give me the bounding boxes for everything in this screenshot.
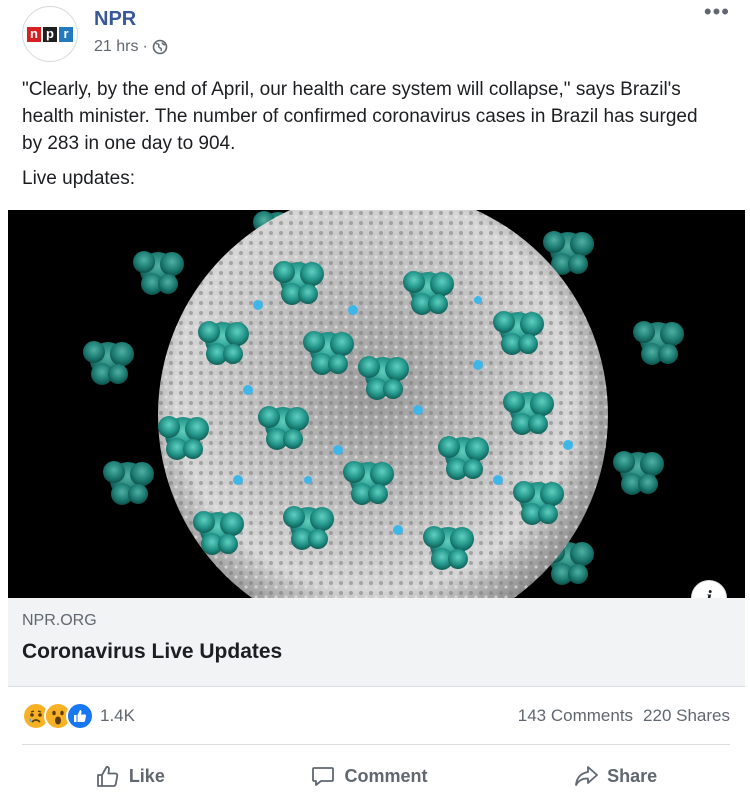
post-actions: Like Comment Share (22, 748, 730, 804)
post-body: "Clearly, by the end of April, our healt… (22, 79, 698, 154)
logo-letter-n: n (27, 26, 41, 42)
reaction-count: 1.4K (100, 706, 135, 725)
facebook-post: n p r NPR 21 hrs · ••• "Clearly, by the … (0, 0, 750, 804)
like-label: Like (128, 765, 165, 786)
post-timestamp[interactable]: 21 hrs (94, 38, 138, 56)
globe-icon[interactable] (152, 39, 168, 55)
thumbs-up-icon (96, 766, 118, 787)
page-name-link[interactable]: NPR (94, 8, 136, 31)
npr-logo: n p r (27, 26, 73, 42)
more-options-button[interactable]: ••• (704, 1, 730, 23)
share-arrow-icon (575, 766, 599, 786)
link-domain: NPR.ORG (22, 612, 97, 629)
link-preview-image[interactable]: i (8, 210, 745, 598)
comment-button[interactable]: Comment (282, 755, 455, 797)
post-subtext: Live updates: (22, 168, 136, 189)
actions-divider (22, 744, 730, 745)
comments-count-link[interactable]: 143 Comments (518, 706, 633, 726)
coronavirus-image (8, 210, 745, 598)
link-preview-caption[interactable]: NPR.ORG Coronavirus Live Updates (8, 598, 745, 687)
reaction-icons (22, 702, 94, 730)
logo-letter-p: p (43, 26, 57, 42)
like-reaction-icon (66, 702, 94, 730)
meta-separator: · (142, 38, 148, 55)
logo-letter-r: r (59, 26, 73, 42)
like-button[interactable]: Like (67, 755, 193, 797)
engagement-stats: 143 Comments 220 Shares (518, 706, 730, 726)
share-button[interactable]: Share (545, 755, 685, 797)
comment-bubble-icon (312, 767, 335, 786)
post-header: n p r NPR 21 hrs · ••• (0, 0, 750, 70)
share-label: Share (607, 765, 658, 786)
reactions-summary[interactable]: 1.4K (22, 700, 135, 732)
shares-count-link[interactable]: 220 Shares (643, 706, 730, 726)
page-avatar[interactable]: n p r (22, 6, 78, 62)
post-meta: 21 hrs · (94, 38, 168, 56)
link-title[interactable]: Coronavirus Live Updates (22, 640, 282, 664)
post-text: "Clearly, by the end of April, our healt… (22, 76, 722, 192)
comment-label: Comment (344, 765, 428, 786)
